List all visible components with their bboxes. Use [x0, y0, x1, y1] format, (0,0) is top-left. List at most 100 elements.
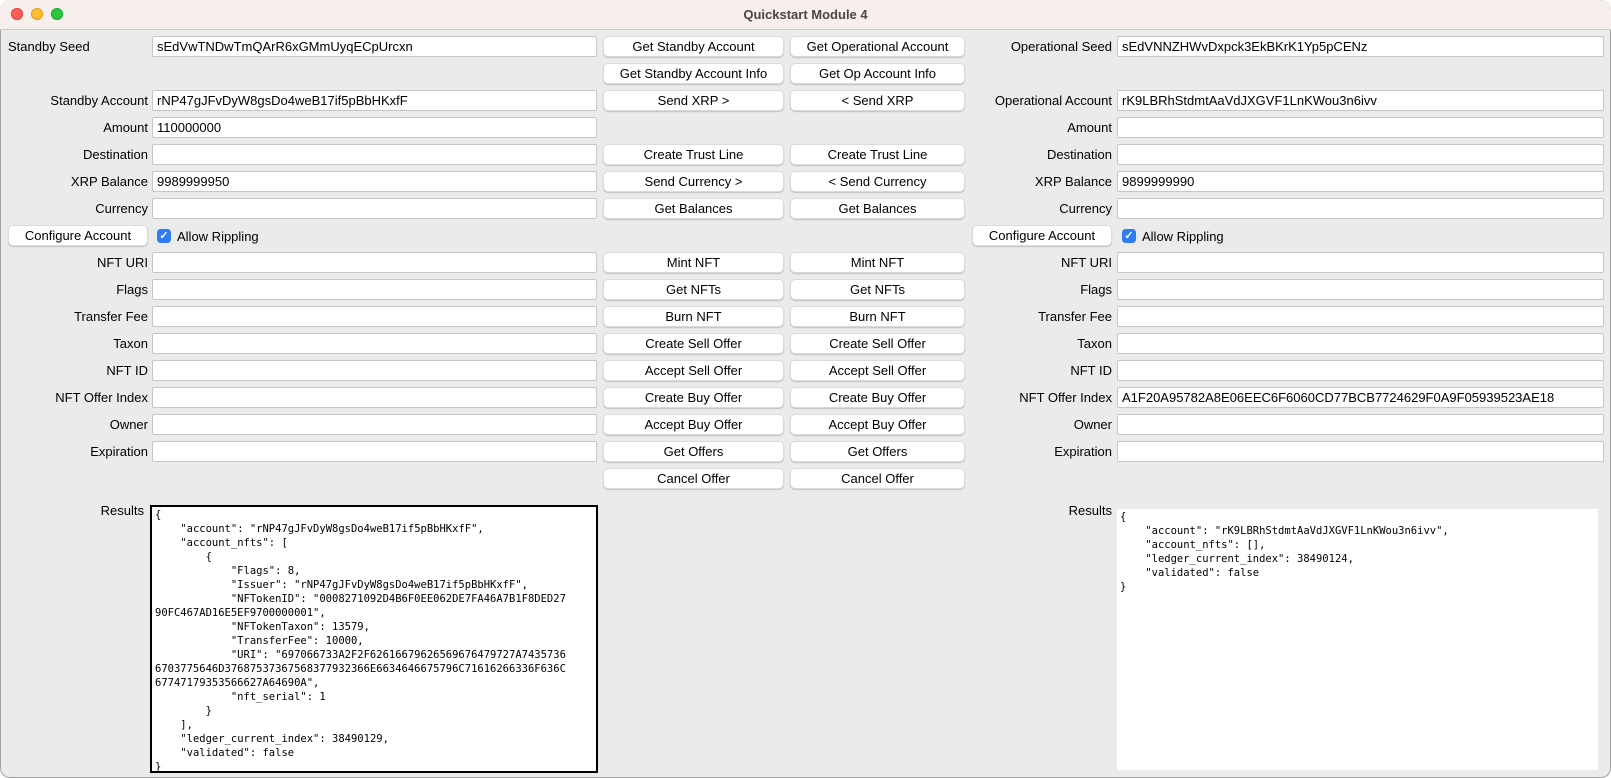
title-bar: Quickstart Module 4 — [0, 0, 1611, 30]
standby-results-textarea[interactable]: { "account": "rNP47gJFvDyW8gsDo4weB17if5… — [150, 505, 598, 773]
operational-destination-label: Destination — [960, 144, 1112, 165]
operational-configure-account-button[interactable]: Configure Account — [972, 225, 1112, 246]
standby-seed-input[interactable] — [152, 36, 597, 57]
operational-create-trust-line-button[interactable]: Create Trust Line — [790, 144, 965, 165]
operational-accept-buy-offer-button[interactable]: Accept Buy Offer — [790, 414, 965, 435]
operational-cancel-offer-button[interactable]: Cancel Offer — [790, 468, 965, 489]
operational-burn-nft-button[interactable]: Burn NFT — [790, 306, 965, 327]
operational-get-account-button[interactable]: Get Operational Account — [790, 36, 965, 57]
operational-seed-label: Operational Seed — [960, 36, 1112, 57]
standby-transfer-fee-label: Transfer Fee — [0, 306, 148, 327]
standby-nft-offer-index-input[interactable] — [152, 387, 597, 408]
standby-nft-id-input[interactable] — [152, 360, 597, 381]
standby-burn-nft-button[interactable]: Burn NFT — [603, 306, 784, 327]
standby-get-account-info-button[interactable]: Get Standby Account Info — [603, 63, 784, 84]
operational-amount-label: Amount — [960, 117, 1112, 138]
operational-seed-input[interactable] — [1117, 36, 1604, 57]
standby-create-buy-offer-button[interactable]: Create Buy Offer — [603, 387, 784, 408]
standby-owner-input[interactable] — [152, 414, 597, 435]
window-title: Quickstart Module 4 — [0, 0, 1611, 29]
standby-get-balances-button[interactable]: Get Balances — [603, 198, 784, 219]
standby-amount-label: Amount — [0, 117, 148, 138]
operational-accept-sell-offer-button[interactable]: Accept Sell Offer — [790, 360, 965, 381]
standby-nft-uri-label: NFT URI — [0, 252, 148, 273]
operational-nft-uri-input[interactable] — [1117, 252, 1604, 273]
close-window-icon[interactable] — [11, 8, 23, 20]
operational-currency-input[interactable] — [1117, 198, 1604, 219]
standby-nft-offer-index-label: NFT Offer Index — [0, 387, 148, 408]
standby-currency-label: Currency — [0, 198, 148, 219]
standby-nft-uri-input[interactable] — [152, 252, 597, 273]
standby-flags-label: Flags — [0, 279, 148, 300]
operational-amount-input[interactable] — [1117, 117, 1604, 138]
operational-taxon-input[interactable] — [1117, 333, 1604, 354]
minimize-window-icon[interactable] — [31, 8, 43, 20]
operational-allow-rippling-checkbox[interactable] — [1122, 229, 1136, 243]
standby-taxon-label: Taxon — [0, 333, 148, 354]
standby-nft-id-label: NFT ID — [0, 360, 148, 381]
standby-taxon-input[interactable] — [152, 333, 597, 354]
standby-get-account-button[interactable]: Get Standby Account — [603, 36, 784, 57]
standby-transfer-fee-input[interactable] — [152, 306, 597, 327]
standby-allow-rippling-label: Allow Rippling — [177, 226, 259, 247]
operational-nft-id-input[interactable] — [1117, 360, 1604, 381]
operational-get-nfts-button[interactable]: Get NFTs — [790, 279, 965, 300]
operational-results-textarea[interactable]: { "account": "rK9LBRhStdmtAaVdJXGVF1LnKW… — [1117, 509, 1598, 770]
standby-create-sell-offer-button[interactable]: Create Sell Offer — [603, 333, 784, 354]
standby-flags-input[interactable] — [152, 279, 597, 300]
standby-results-label: Results — [0, 500, 144, 521]
operational-currency-label: Currency — [960, 198, 1112, 219]
operational-account-input[interactable] — [1117, 90, 1604, 111]
operational-create-sell-offer-button[interactable]: Create Sell Offer — [790, 333, 965, 354]
operational-nft-uri-label: NFT URI — [960, 252, 1112, 273]
standby-allow-rippling-checkbox[interactable] — [157, 229, 171, 243]
standby-send-xrp-button[interactable]: Send XRP > — [603, 90, 784, 111]
operational-flags-label: Flags — [960, 279, 1112, 300]
standby-get-nfts-button[interactable]: Get NFTs — [603, 279, 784, 300]
standby-xrp-balance-label: XRP Balance — [0, 171, 148, 192]
standby-get-offers-button[interactable]: Get Offers — [603, 441, 784, 462]
operational-xrp-balance-input[interactable] — [1117, 171, 1604, 192]
standby-configure-account-button[interactable]: Configure Account — [8, 225, 148, 246]
operational-nft-offer-index-input[interactable] — [1117, 387, 1604, 408]
standby-account-input[interactable] — [152, 90, 597, 111]
standby-expiration-label: Expiration — [0, 441, 148, 462]
operational-flags-input[interactable] — [1117, 279, 1604, 300]
standby-send-currency-button[interactable]: Send Currency > — [603, 171, 784, 192]
standby-seed-label: Standby Seed — [8, 36, 90, 57]
standby-amount-input[interactable] — [152, 117, 597, 138]
standby-account-label: Standby Account — [0, 90, 148, 111]
operational-expiration-input[interactable] — [1117, 441, 1604, 462]
operational-nft-id-label: NFT ID — [960, 360, 1112, 381]
operational-owner-label: Owner — [960, 414, 1112, 435]
operational-get-account-info-button[interactable]: Get Op Account Info — [790, 63, 965, 84]
operational-send-currency-button[interactable]: < Send Currency — [790, 171, 965, 192]
zoom-window-icon[interactable] — [51, 8, 63, 20]
operational-account-label: Operational Account — [960, 90, 1112, 111]
operational-create-buy-offer-button[interactable]: Create Buy Offer — [790, 387, 965, 408]
standby-mint-nft-button[interactable]: Mint NFT — [603, 252, 784, 273]
operational-expiration-label: Expiration — [960, 441, 1112, 462]
standby-currency-input[interactable] — [152, 198, 597, 219]
standby-accept-buy-offer-button[interactable]: Accept Buy Offer — [603, 414, 784, 435]
standby-owner-label: Owner — [0, 414, 148, 435]
operational-transfer-fee-input[interactable] — [1117, 306, 1604, 327]
operational-allow-rippling-label: Allow Rippling — [1142, 226, 1224, 247]
operational-transfer-fee-label: Transfer Fee — [960, 306, 1112, 327]
operational-destination-input[interactable] — [1117, 144, 1604, 165]
standby-cancel-offer-button[interactable]: Cancel Offer — [603, 468, 784, 489]
operational-send-xrp-button[interactable]: < Send XRP — [790, 90, 965, 111]
operational-get-offers-button[interactable]: Get Offers — [790, 441, 965, 462]
standby-destination-input[interactable] — [152, 144, 597, 165]
operational-results-label: Results — [960, 500, 1112, 521]
standby-destination-label: Destination — [0, 144, 148, 165]
standby-expiration-input[interactable] — [152, 441, 597, 462]
operational-get-balances-button[interactable]: Get Balances — [790, 198, 965, 219]
operational-xrp-balance-label: XRP Balance — [960, 171, 1112, 192]
operational-owner-input[interactable] — [1117, 414, 1604, 435]
app-window: Quickstart Module 4 Standby Seed Standby… — [0, 0, 1611, 778]
standby-create-trust-line-button[interactable]: Create Trust Line — [603, 144, 784, 165]
standby-accept-sell-offer-button[interactable]: Accept Sell Offer — [603, 360, 784, 381]
operational-mint-nft-button[interactable]: Mint NFT — [790, 252, 965, 273]
standby-xrp-balance-input[interactable] — [152, 171, 597, 192]
